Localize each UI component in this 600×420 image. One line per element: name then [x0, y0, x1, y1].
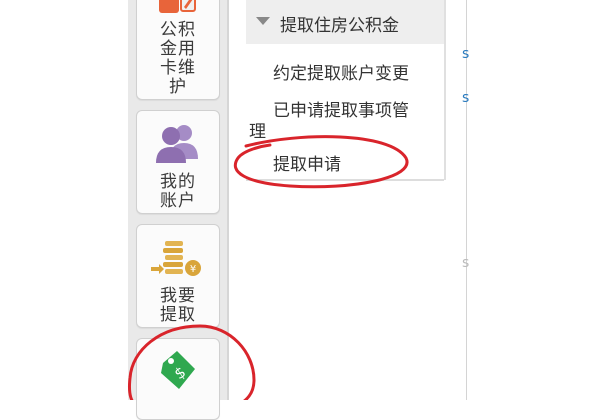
annotation-circle-withdraw-application — [233, 135, 409, 189]
annotation-layer — [128, 135, 409, 400]
annotation-circle-loan — [128, 324, 256, 400]
